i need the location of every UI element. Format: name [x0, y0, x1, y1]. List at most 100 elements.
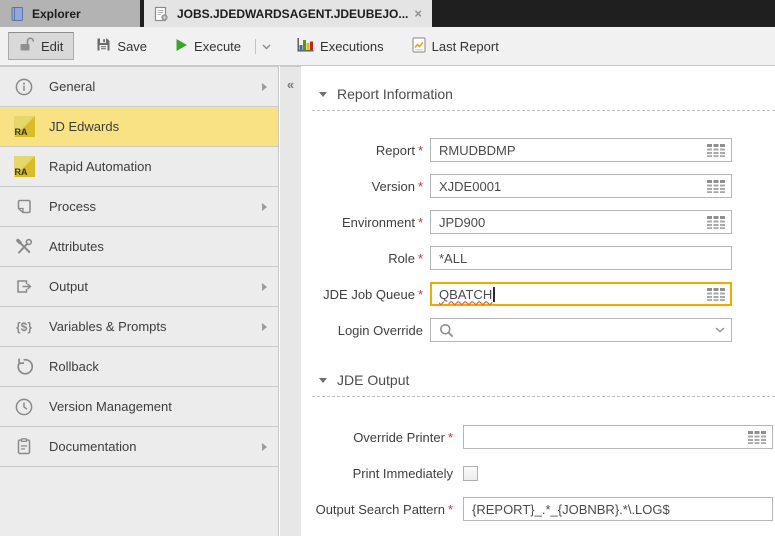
required-marker: *	[447, 501, 453, 517]
close-icon[interactable]: ×	[414, 7, 422, 20]
required-marker: *	[417, 142, 423, 158]
required-marker: *	[417, 250, 423, 266]
sidebar-item-jd-edwards[interactable]: RA JD Edwards	[0, 107, 278, 147]
text-cursor	[493, 286, 495, 302]
sidebar-item-label: Variables & Prompts	[49, 319, 167, 334]
sidebar-item-version-management[interactable]: Version Management	[0, 387, 278, 427]
report-field-label: Report	[375, 142, 415, 158]
field-row-environment: Environment * JPD900	[301, 204, 775, 240]
tab-explorer-label: Explorer	[32, 6, 81, 21]
sidebar: General RA JD Edwards RA Rapid Automatio…	[0, 66, 279, 536]
chevron-right-icon	[262, 443, 267, 451]
lookup-grid-icon[interactable]	[707, 215, 725, 229]
last-report-button[interactable]: Last Report	[406, 33, 505, 60]
sidebar-item-label: Documentation	[49, 439, 137, 454]
variables-icon: {$}	[15, 319, 32, 334]
version-input[interactable]: XJDE0001	[430, 174, 732, 198]
tools-icon	[12, 236, 36, 258]
login-override-combobox[interactable]	[430, 318, 732, 342]
field-row-jde-job-queue: JDE Job Queue * QBATCH	[301, 276, 775, 312]
ra-logo-icon: RA	[12, 116, 36, 137]
process-page-icon	[12, 196, 36, 218]
chevron-down-icon[interactable]	[715, 327, 725, 333]
environment-input[interactable]: JPD900	[430, 210, 732, 234]
unlocked-padlock-icon	[19, 37, 35, 55]
print-immediately-checkbox[interactable]	[463, 465, 478, 481]
undo-icon	[12, 356, 36, 378]
section-divider	[312, 396, 775, 397]
role-field-label: Role	[388, 250, 415, 266]
sidebar-item-label: Attributes	[49, 239, 104, 254]
sidebar-item-process[interactable]: Process	[0, 187, 278, 227]
execute-button[interactable]: Execute	[169, 34, 247, 59]
section-title: JDE Output	[337, 372, 410, 388]
edit-button-label: Edit	[41, 38, 64, 54]
sidebar-item-output[interactable]: Output	[0, 267, 278, 307]
chevron-right-icon	[262, 323, 267, 331]
role-input-value: *ALL	[439, 250, 468, 266]
sidebar-item-label: Output	[49, 279, 89, 294]
environment-field-label: Environment	[341, 214, 415, 230]
sidebar-item-rapid-automation[interactable]: RA Rapid Automation	[0, 147, 278, 187]
jde-job-queue-field-label: JDE Job Queue	[323, 286, 415, 302]
output-search-pattern-field-label: Output Search Pattern	[315, 501, 445, 517]
sidebar-item-variables-prompts[interactable]: {$} Variables & Prompts	[0, 307, 278, 347]
sidebar-item-label: JD Edwards	[49, 119, 120, 134]
override-printer-input[interactable]	[463, 425, 773, 449]
search-icon	[439, 323, 454, 338]
execute-button-label: Execute	[194, 38, 242, 54]
ra-logo-icon: RA	[12, 156, 36, 177]
clipboard-icon	[12, 436, 36, 458]
lookup-grid-icon[interactable]	[707, 143, 725, 157]
field-row-version: Version * XJDE0001	[301, 168, 775, 204]
execute-dropdown-button[interactable]	[256, 33, 277, 59]
application-window: Explorer JOBS.JDEDWARDSAGENT.JDEUBEJO...…	[0, 0, 775, 536]
section-divider	[312, 110, 775, 111]
sidebar-item-attributes[interactable]: Attributes	[0, 227, 278, 267]
field-row-override-printer: Override Printer *	[301, 419, 775, 455]
output-search-pattern-input[interactable]: {REPORT}_.*_{JOBNBR}.*\.LOG$	[463, 497, 773, 521]
section-title: Report Information	[337, 86, 453, 102]
lookup-grid-icon[interactable]	[707, 287, 725, 301]
sidebar-collapse-strip: «	[280, 66, 301, 536]
section-header-report-information[interactable]: Report Information	[319, 86, 775, 102]
print-immediately-field-label: Print Immediately	[352, 465, 453, 481]
collapse-sidebar-button[interactable]: «	[280, 77, 301, 92]
lookup-grid-icon[interactable]	[707, 179, 725, 193]
job-document-gear-icon	[154, 6, 169, 22]
play-icon	[175, 38, 188, 55]
sidebar-item-label: Version Management	[49, 399, 172, 414]
chevron-right-icon	[262, 83, 267, 91]
sidebar-item-documentation[interactable]: Documentation	[0, 427, 278, 467]
main-panel: Report Information Report * RMUDBDMP Vers…	[301, 66, 775, 536]
save-button-label: Save	[117, 38, 148, 54]
report-input[interactable]: RMUDBDMP	[430, 138, 732, 162]
executions-button[interactable]: Executions	[291, 33, 390, 59]
report-input-value: RMUDBDMP	[439, 142, 516, 158]
bar-chart-icon	[297, 37, 314, 55]
jde-job-queue-input[interactable]: QBATCH	[430, 282, 732, 306]
jde-output-form: Override Printer * Print Immediately Outp…	[301, 419, 775, 527]
section-header-jde-output[interactable]: JDE Output	[319, 372, 775, 388]
role-input[interactable]: *ALL	[430, 246, 732, 270]
export-icon	[12, 276, 36, 298]
sidebar-item-general[interactable]: General	[0, 67, 278, 107]
lookup-grid-icon[interactable]	[748, 430, 766, 444]
sidebar-item-label: Process	[49, 199, 96, 214]
report-document-icon	[412, 36, 426, 56]
tab-job-definition[interactable]: JOBS.JDEDWARDSAGENT.JDEUBEJO... ×	[144, 0, 432, 27]
section-collapse-icon	[319, 377, 327, 383]
required-marker: *	[417, 178, 423, 194]
sidebar-item-rollback[interactable]: Rollback	[0, 347, 278, 387]
explorer-book-icon	[10, 6, 24, 22]
edit-button[interactable]: Edit	[8, 32, 75, 60]
sidebar-item-label: Rapid Automation	[49, 159, 152, 174]
required-marker: *	[447, 429, 453, 445]
field-row-login-override: Login Override	[301, 312, 775, 348]
required-marker: *	[417, 286, 423, 302]
save-button[interactable]: Save	[90, 33, 153, 59]
last-report-button-label: Last Report	[431, 38, 499, 54]
report-information-form: Report * RMUDBDMP Version * XJDE0001 Env…	[301, 132, 775, 348]
field-row-output-search-pattern: Output Search Pattern * {REPORT}_.*_{JOBN…	[301, 491, 775, 527]
tab-explorer[interactable]: Explorer	[0, 0, 140, 27]
